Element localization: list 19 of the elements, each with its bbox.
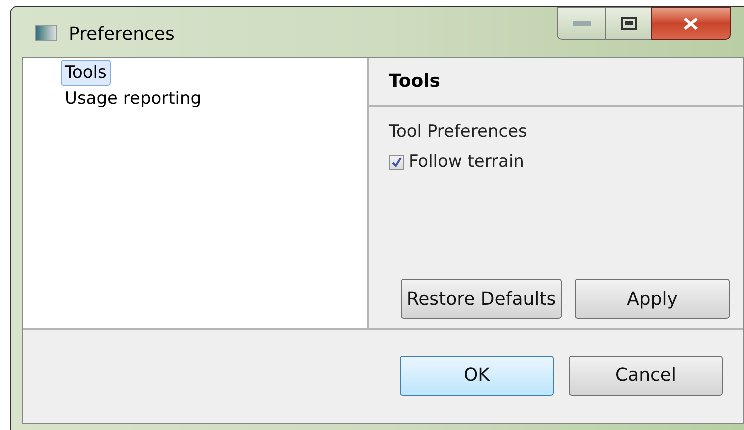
minimize-icon: [572, 21, 590, 26]
page-button[interactable]: Restore Defaults: [401, 279, 562, 319]
maximize-button[interactable]: [606, 7, 651, 40]
dialog-button[interactable]: OK: [400, 356, 554, 396]
group-label: Tool Preferences: [389, 121, 528, 144]
app-icon: [35, 25, 57, 41]
dialog-button[interactable]: Cancel: [569, 356, 723, 396]
close-icon: [683, 16, 699, 30]
checkbox-label: Follow terrain: [409, 150, 524, 174]
sidebar-item[interactable]: Tools: [61, 60, 111, 86]
minimize-button[interactable]: [557, 7, 606, 40]
maximize-icon: [620, 17, 636, 30]
sidebar-item[interactable]: Usage reporting: [61, 86, 206, 112]
close-button[interactable]: [651, 7, 731, 40]
page-title: Tools: [389, 70, 441, 94]
checkmark-icon: [391, 156, 402, 168]
checkbox[interactable]: [389, 154, 404, 170]
page-button[interactable]: Apply: [575, 279, 730, 319]
window-title: Preferences: [69, 23, 175, 47]
